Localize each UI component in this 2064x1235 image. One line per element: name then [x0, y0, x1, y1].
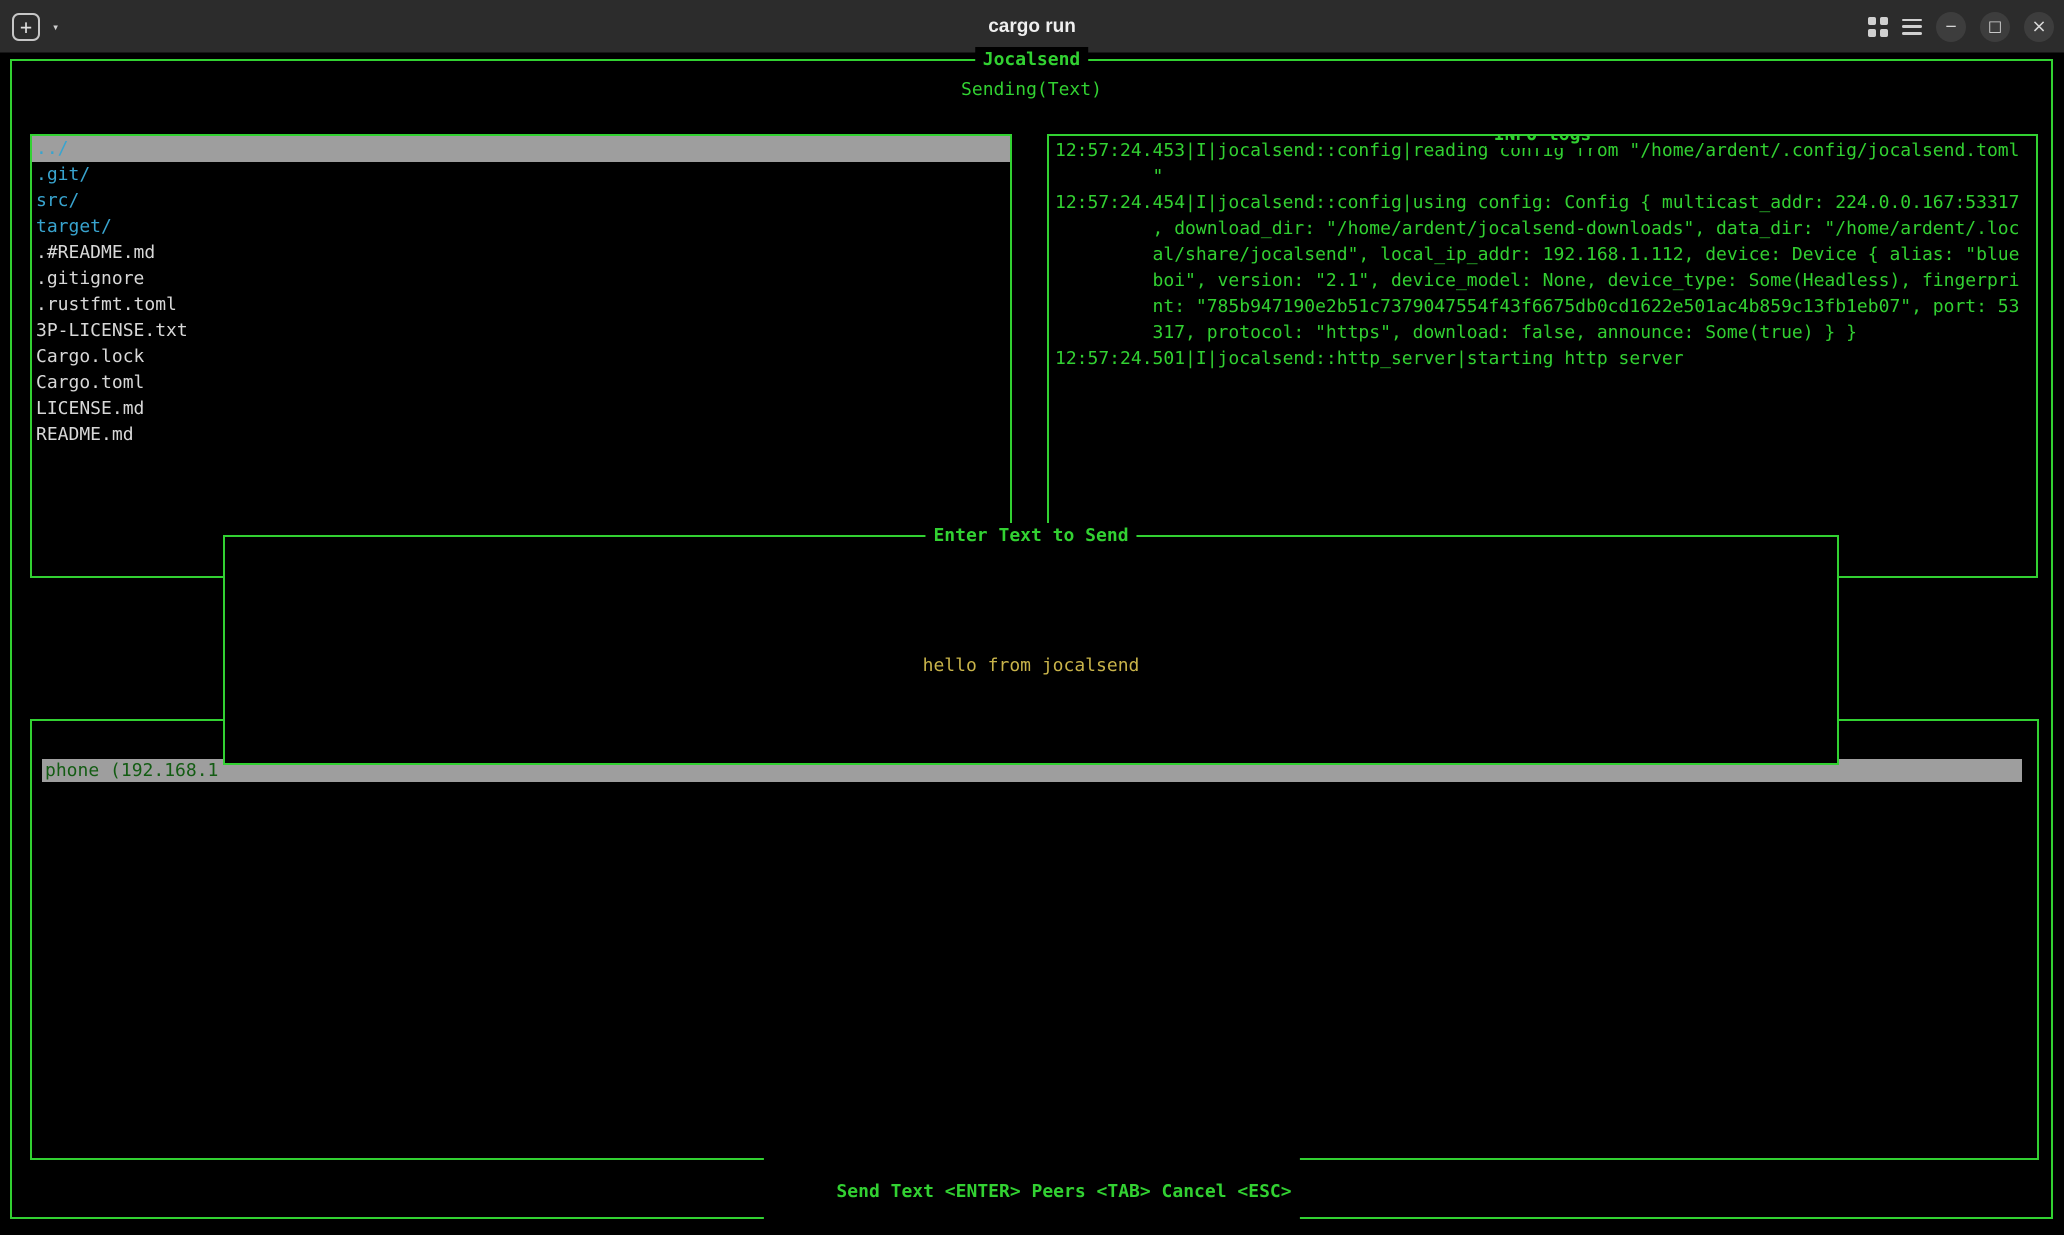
menu-button[interactable]: [1902, 19, 1922, 35]
log-line: , download_dir: "/home/ardent/jocalsend-…: [1055, 216, 2036, 242]
file-item[interactable]: target/: [32, 214, 1010, 240]
status-esc-key: <ESC>: [1237, 1181, 1291, 1202]
log-line: boi", version: "2.1", device_model: None…: [1055, 268, 2036, 294]
terminal-screen: Jocalsend Sending(Text) ../ .git/ src/ t…: [0, 54, 2064, 1235]
maximize-button[interactable]: □: [1980, 12, 2010, 42]
peers-panel: phone (192.168.1: [30, 719, 2039, 1160]
modal-title: Enter Text to Send: [925, 523, 1136, 549]
file-item[interactable]: 3P-LICENSE.txt: [32, 318, 1010, 344]
file-browser: ../ .git/ src/ target/ .#README.md .giti…: [30, 134, 1012, 578]
minimize-icon: −: [1945, 19, 1958, 34]
mode-label: Sending(Text): [12, 77, 2051, 103]
status-bar: Send Text <ENTER> Peers <TAB> Cancel <ES…: [763, 1153, 1299, 1231]
file-item[interactable]: Cargo.toml: [32, 370, 1010, 396]
status-cancel-label: Cancel: [1151, 1181, 1238, 1202]
file-item[interactable]: .gitignore: [32, 266, 1010, 292]
log-line: ": [1055, 164, 2036, 190]
maximize-icon: □: [1988, 19, 2002, 34]
file-item[interactable]: src/: [32, 188, 1010, 214]
text-input-value[interactable]: hello from jocalsend: [225, 653, 1837, 679]
file-item[interactable]: Cargo.lock: [32, 344, 1010, 370]
window-titlebar: + ▾ cargo run − □ ×: [0, 0, 2064, 53]
hamburger-icon: [1902, 19, 1922, 22]
app-frame: Jocalsend Sending(Text) ../ .git/ src/ t…: [10, 59, 2053, 1219]
file-item[interactable]: README.md: [32, 422, 1010, 448]
window-title: cargo run: [0, 0, 2064, 52]
file-item[interactable]: .rustfmt.toml: [32, 292, 1010, 318]
text-input-modal[interactable]: Enter Text to Send hello from jocalsend: [223, 535, 1839, 765]
minimize-button[interactable]: −: [1936, 12, 1966, 42]
log-line: 12:57:24.501|I|jocalsend::http_server|st…: [1055, 346, 2036, 372]
grid-icon: [1868, 17, 1876, 25]
tab-overview-button[interactable]: [1868, 17, 1888, 37]
status-send-label: Send Text: [836, 1181, 944, 1202]
file-item[interactable]: ../: [32, 136, 1010, 162]
log-line: al/share/jocalsend", local_ip_addr: 192.…: [1055, 242, 2036, 268]
log-panel-title: INFO logs: [1486, 134, 1600, 148]
log-panel: INFO logs 12:57:24.453|I|jocalsend::conf…: [1047, 134, 2038, 578]
status-enter-key: <ENTER>: [945, 1181, 1021, 1202]
log-line: 317, protocol: "https", download: false,…: [1055, 320, 2036, 346]
log-line: 12:57:24.454|I|jocalsend::config|using c…: [1055, 190, 2036, 216]
close-button[interactable]: ×: [2024, 12, 2054, 42]
app-title: Jocalsend: [975, 47, 1089, 73]
close-icon: ×: [2031, 18, 2046, 36]
status-tab-key: <TAB>: [1097, 1181, 1151, 1202]
file-item[interactable]: .git/: [32, 162, 1010, 188]
status-peers-label: Peers: [1021, 1181, 1097, 1202]
file-item[interactable]: .#README.md: [32, 240, 1010, 266]
log-line: nt: "785b947190e2b51c7379047554f43f6675d…: [1055, 294, 2036, 320]
file-item[interactable]: LICENSE.md: [32, 396, 1010, 422]
